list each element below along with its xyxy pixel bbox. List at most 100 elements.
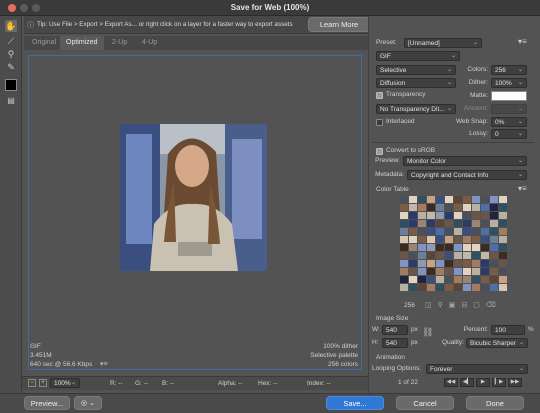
save-button[interactable]: Save... [326,396,384,410]
color-swatch[interactable] [490,252,498,259]
color-swatch[interactable] [472,212,480,219]
color-swatch[interactable] [472,220,480,227]
color-swatch[interactable] [418,260,426,267]
color-swatch[interactable] [436,204,444,211]
color-swatch[interactable] [418,196,426,203]
color-swatch[interactable] [427,212,435,219]
color-swatch[interactable] [400,284,408,291]
color-swatch[interactable] [418,276,426,283]
tab-optimized[interactable]: Optimized [60,36,104,50]
color-swatch[interactable] [400,236,408,243]
done-button[interactable]: Done [466,396,524,410]
web-snap-select[interactable]: 0% ⌄ [491,117,527,127]
color-swatch[interactable] [418,268,426,275]
color-swatch[interactable] [481,244,489,251]
color-swatch[interactable] [418,212,426,219]
color-swatch[interactable] [463,220,471,227]
color-swatch[interactable] [418,204,426,211]
color-swatch[interactable] [463,244,471,251]
transparency-checkbox[interactable] [376,92,383,99]
color-swatch[interactable] [409,228,417,235]
color-swatch[interactable] [409,260,417,267]
color-swatch[interactable] [409,268,417,275]
color-swatch[interactable] [427,236,435,243]
color-swatch[interactable] [472,268,480,275]
color-swatch[interactable] [400,260,408,267]
color-swatch[interactable] [481,252,489,259]
color-swatch[interactable] [409,284,417,291]
amount-field[interactable]: ⌄ [491,104,527,114]
color-swatch[interactable] [427,284,435,291]
link-icon[interactable]: ⛓ [422,327,433,338]
color-swatch[interactable] [427,220,435,227]
color-swatch[interactable] [445,284,453,291]
color-swatch[interactable] [400,268,408,275]
color-swatch[interactable] [463,268,471,275]
color-swatch[interactable] [400,196,408,203]
color-swatch[interactable] [472,228,480,235]
color-swatch[interactable] [400,212,408,219]
color-swatch[interactable] [481,236,489,243]
color-swatch[interactable] [445,260,453,267]
browser-preview-button[interactable]: ◎ ⌄ [74,396,102,410]
color-swatch[interactable] [454,284,462,291]
color-swatch[interactable] [472,204,480,211]
color-swatch[interactable] [481,228,489,235]
color-swatch[interactable] [481,260,489,267]
play-icon[interactable]: ▶ [476,378,490,387]
color-swatch[interactable] [472,236,480,243]
interlaced-checkbox[interactable] [376,119,383,126]
color-swatch[interactable] [436,244,444,251]
color-swatch[interactable] [400,228,408,235]
color-swatch[interactable] [463,260,471,267]
color-swatch[interactable] [472,252,480,259]
color-swatch[interactable] [454,276,462,283]
color-table-tools[interactable]: ◫⚲▣⊟▢⌫ [425,301,502,309]
color-swatch[interactable] [436,268,444,275]
eyedropper-icon[interactable]: ✎ [5,61,17,73]
download-speed-menu-icon[interactable]: ▾≡ [100,360,108,368]
color-swatch[interactable] [418,284,426,291]
color-swatch[interactable] [490,276,498,283]
color-swatch[interactable] [481,204,489,211]
color-swatch[interactable] [463,276,471,283]
color-swatch[interactable] [436,236,444,243]
color-swatch[interactable] [454,204,462,211]
color-swatch[interactable] [490,268,498,275]
tab-4-up[interactable]: 4-Up [136,36,163,50]
color-swatch[interactable] [463,252,471,259]
color-swatch[interactable] [445,228,453,235]
color-swatch[interactable] [499,252,507,259]
color-swatch[interactable] [454,268,462,275]
prev-frame-icon[interactable]: ◀▎ [460,378,474,387]
percent-field[interactable]: 100 [491,325,525,335]
color-swatch[interactable] [499,260,507,267]
color-swatch[interactable] [454,260,462,267]
color-swatch[interactable] [445,196,453,203]
color-swatch[interactable] [436,260,444,267]
file-format-select[interactable]: GIF ⌄ [376,51,460,61]
color-reduction-select[interactable]: Selective ⌄ [376,65,456,75]
color-swatch[interactable] [499,196,507,203]
color-swatch[interactable] [427,204,435,211]
cancel-button[interactable]: Cancel [396,396,454,410]
color-swatch[interactable] [499,236,507,243]
color-swatch[interactable] [454,244,462,251]
color-swatch[interactable] [427,196,435,203]
color-swatch[interactable] [481,212,489,219]
color-swatch[interactable] [418,228,426,235]
color-swatch[interactable] [409,220,417,227]
color-swatch[interactable] [409,236,417,243]
color-swatch[interactable] [454,252,462,259]
color-swatch[interactable] [427,260,435,267]
convert-srgb-checkbox[interactable] [376,148,383,155]
slice-select-icon[interactable]: ⟋ [5,35,17,47]
zoom-icon[interactable]: ⚲ [5,48,17,60]
color-swatch[interactable] [445,276,453,283]
preview-button[interactable]: Preview... [24,396,70,410]
color-swatch[interactable] [445,212,453,219]
width-field[interactable]: 540 [382,325,408,335]
color-swatch[interactable] [463,236,471,243]
next-frame-icon[interactable]: ▎▶ [492,378,506,387]
color-swatch[interactable] [445,220,453,227]
